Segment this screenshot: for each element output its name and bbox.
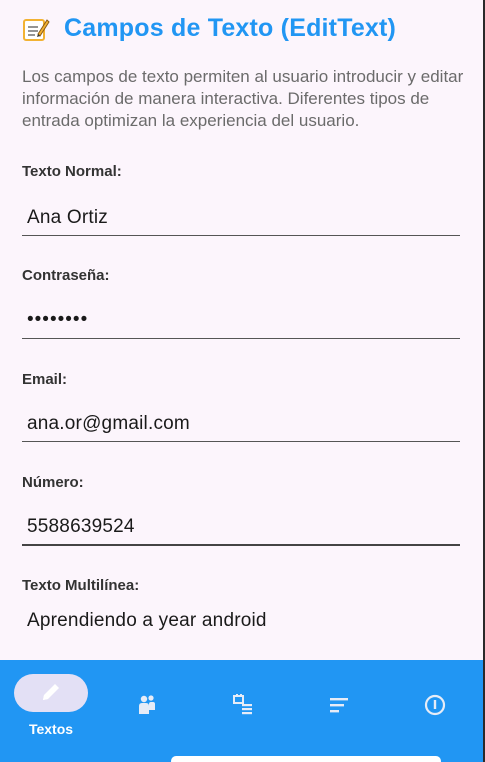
scroll-content[interactable]: Campos de Texto (EditText) Los campos de…: [0, 0, 483, 660]
nav-item-3[interactable]: [195, 660, 291, 762]
nav-item-5[interactable]: [387, 660, 483, 762]
people-icon: [135, 693, 159, 717]
page-header: Campos de Texto (EditText): [22, 10, 396, 46]
password-value: ••••••••: [27, 309, 89, 330]
number-field[interactable]: 5588639524: [22, 508, 460, 546]
info-icon: [423, 693, 447, 717]
text-normal-value: Ana Ortiz: [27, 207, 108, 228]
page-title: Campos de Texto (EditText): [64, 13, 397, 42]
number-value: 5588639524: [27, 516, 135, 537]
password-field[interactable]: ••••••••: [22, 301, 460, 339]
label-numero: Número:: [22, 474, 84, 491]
description-text: Los campos de texto permiten al usuario …: [22, 67, 464, 130]
bottom-navigation: Textos: [0, 660, 483, 762]
label-texto-normal: Texto Normal:: [22, 163, 122, 180]
nav-item-textos[interactable]: Textos: [3, 660, 99, 762]
sort-lines-icon: [327, 693, 351, 717]
label-contrasena: Contraseña:: [22, 267, 110, 284]
checklist-icon: [231, 693, 255, 717]
nav-label-textos: Textos: [28, 721, 74, 737]
pencil-icon: [39, 680, 63, 704]
email-value: ana.or@gmail.com: [27, 413, 190, 434]
text-normal-field[interactable]: Ana Ortiz: [22, 198, 460, 236]
multiline-value: Aprendiendo a year android: [27, 610, 267, 631]
memo-icon: [22, 16, 50, 41]
nav-item-4[interactable]: [291, 660, 387, 762]
home-indicator: [171, 756, 441, 762]
screen: Campos de Texto (EditText) Los campos de…: [0, 0, 485, 762]
label-email: Email:: [22, 371, 68, 388]
nav-item-2[interactable]: [99, 660, 195, 762]
label-multiline: Texto Multilínea:: [22, 577, 140, 594]
email-field[interactable]: ana.or@gmail.com: [22, 404, 460, 442]
multiline-field[interactable]: Aprendiendo a year android: [22, 604, 460, 660]
